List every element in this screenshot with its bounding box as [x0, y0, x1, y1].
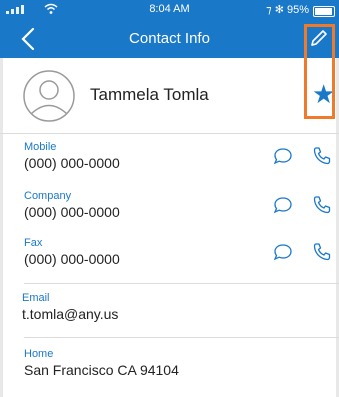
field-value[interactable]: San Francisco CA 94104	[24, 362, 179, 378]
phone-icon[interactable]	[311, 145, 333, 167]
field-label: Email	[22, 292, 50, 304]
phone-icon[interactable]	[311, 241, 333, 263]
chat-icon[interactable]	[273, 196, 293, 214]
chat-icon[interactable]	[273, 243, 293, 261]
field-home: Home San Francisco CA 94104	[24, 348, 339, 386]
nav-bar: Contact Info	[0, 20, 339, 58]
field-email: Email t.tomla@any.us	[22, 292, 339, 330]
status-indicators: ⁊ ✻ 95%	[266, 4, 309, 16]
avatar	[23, 70, 75, 122]
field-label: Company	[24, 190, 72, 202]
contact-header: Tammela Tomla ★	[0, 58, 339, 134]
page-title: Contact Info	[129, 30, 210, 47]
field-value[interactable]: t.tomla@any.us	[22, 306, 118, 322]
field-mobile: Mobile (000) 000-0000	[24, 141, 339, 179]
field-company: Company (000) 000-0000	[24, 190, 339, 228]
field-label: Home	[24, 348, 54, 360]
field-fax: Fax (000) 000-0000	[24, 237, 339, 275]
field-value: (000) 000-0000	[24, 155, 120, 171]
divider	[24, 337, 339, 338]
status-bar: 8:04 AM ⁊ ✻ 95%	[0, 0, 339, 20]
chat-icon[interactable]	[273, 147, 293, 165]
contact-name: Tammela Tomla	[90, 85, 209, 104]
field-label: Mobile	[24, 141, 57, 153]
field-value: (000) 000-0000	[24, 204, 120, 220]
phone-icon[interactable]	[311, 194, 333, 216]
divider	[24, 283, 339, 284]
field-value: (000) 000-0000	[24, 251, 120, 267]
field-label: Fax	[24, 237, 43, 249]
highlight-box	[304, 24, 335, 119]
battery-icon	[313, 6, 335, 17]
